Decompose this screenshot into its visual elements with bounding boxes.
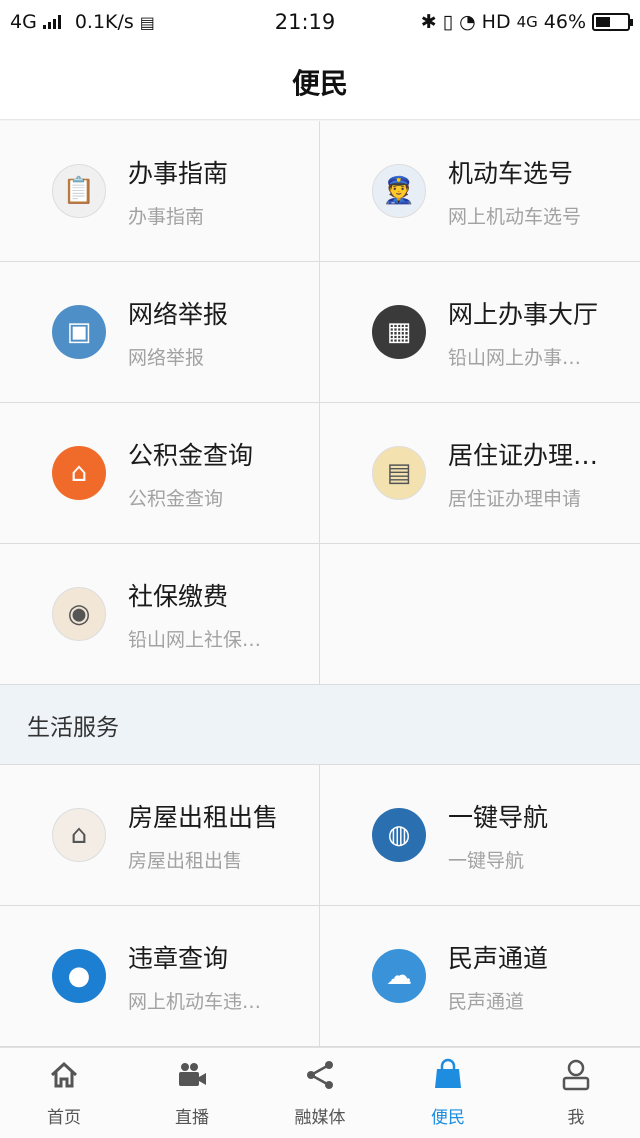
service-subtitle: 网上机动车选号 <box>448 205 582 228</box>
service-subtitle: 居住证办理申请 <box>448 487 582 510</box>
service-item[interactable]: ● 违章查询网上机动车违… <box>0 906 320 1047</box>
service-item[interactable]: 📋 办事指南 办事指南 <box>0 121 320 262</box>
page-title: 便民 <box>0 44 640 120</box>
home-icon <box>47 1058 81 1097</box>
tab-label: 首页 <box>47 1108 81 1128</box>
shopping-bag-icon <box>431 1058 465 1097</box>
tab-label: 融媒体 <box>294 1108 346 1128</box>
service-subtitle: 铅山网上社保… <box>128 628 262 651</box>
tab-video-camera[interactable]: 直播 <box>128 1048 256 1138</box>
violation-query-icon: ● <box>52 949 106 1003</box>
service-item[interactable]: ▦ 网上办事大厅铅山网上办事… <box>320 262 640 403</box>
service-title: 违章查询 <box>128 943 229 973</box>
alarm-icon: ◔ <box>459 11 476 33</box>
service-title: 房屋出租出售 <box>128 802 279 832</box>
status-bar: 4G 0.1K/s ▤ 21:19 ✱ ▯ ◔ HD 4G 46% <box>0 0 640 44</box>
section-title-life: 生活服务 <box>0 685 640 765</box>
service-item[interactable]: ☁ 民声通道 民声通道 <box>320 906 640 1047</box>
house-fund-icon: ⌂ <box>52 446 106 500</box>
bluetooth-icon: ✱ <box>420 11 437 33</box>
service-item[interactable]: ⌂ 房屋出租出售 房屋出租出售 <box>0 765 320 906</box>
house-rent-icon: ⌂ <box>52 808 106 862</box>
service-item[interactable]: ▤ 居住证办理… 居住证办理申请 <box>320 403 640 544</box>
service-subtitle: 公积金查询 <box>128 487 224 510</box>
clock: 21:19 <box>274 10 336 34</box>
user-icon <box>559 1058 593 1097</box>
police-officer-icon: 👮 <box>372 164 426 218</box>
service-title: 民声通道 <box>448 943 549 973</box>
battery-percent: 46% <box>543 11 586 33</box>
tab-share[interactable]: 融媒体 <box>256 1048 384 1138</box>
tab-shopping-bag[interactable]: 便民 <box>384 1048 512 1138</box>
video-camera-icon <box>175 1058 209 1097</box>
service-title: 网上办事大厅 <box>448 299 599 329</box>
network-speed: 0.1K/s <box>74 11 134 33</box>
service-title: 网络举报 <box>128 299 229 329</box>
life-services-grid: ⌂ 房屋出租出售 房屋出租出售 ◍ 一键导航 一键导航 ● 违章查询 网上机动车违… ☁ 民声通道民… <box>0 765 640 1047</box>
service-title: 社保缴费 <box>128 581 229 611</box>
service-title: 公积金查询 <box>128 440 254 470</box>
service-item[interactable]: ⌂ 公积金查询 公积金查询 <box>0 403 320 544</box>
signal-icon <box>42 15 61 29</box>
report-icon: ▣ <box>52 305 106 359</box>
clipboard-icon: 📋 <box>52 164 106 218</box>
service-subtitle: 办事指南 <box>128 205 205 228</box>
social-security-icon: ◉ <box>52 587 106 641</box>
network-type-2: 4G <box>516 13 538 31</box>
hd-label: HD <box>481 11 511 33</box>
service-item[interactable]: ▣ 网络举报 网络举报 <box>0 262 320 403</box>
service-title: 办事指南 <box>128 158 229 188</box>
service-subtitle: 铅山网上办事… <box>448 346 582 369</box>
network-type: 4G <box>10 11 37 33</box>
satellite-globe-icon: ◍ <box>372 808 426 862</box>
service-subtitle: 一键导航 <box>448 849 525 872</box>
empty-cell <box>320 544 640 685</box>
main-content[interactable]: 📋 办事指南 办事指南 👮 机动车选号 网上机动车选号 ▣ 网络举报 网络举报 ▦ 网上办事大厅 铅山… <box>0 121 640 1047</box>
service-subtitle: 网上机动车违… <box>128 990 262 1013</box>
tab-label: 我 <box>567 1108 585 1128</box>
service-item[interactable]: ◉ 社保缴费铅山网上社保… <box>0 544 320 685</box>
service-subtitle: 民声通道 <box>448 990 525 1013</box>
battery-icon <box>592 13 633 31</box>
tab-home[interactable]: 首页 <box>0 1048 128 1138</box>
service-item[interactable]: 👮 机动车选号网上机动车选号 <box>320 121 640 262</box>
service-title: 机动车选号 <box>448 158 574 188</box>
service-item[interactable]: ◍ 一键导航 一键导航 <box>320 765 640 906</box>
service-title: 居住证办理… <box>448 440 599 470</box>
service-title: 一键导航 <box>448 802 549 832</box>
tab-user[interactable]: 我 <box>512 1048 640 1138</box>
residence-permit-icon: ▤ <box>372 446 426 500</box>
hall-icon: ▦ <box>372 305 426 359</box>
services-grid: 📋 办事指南 办事指南 👮 机动车选号 网上机动车选号 ▣ 网络举报 网络举报 ▦ 网上办事大厅 铅山… <box>0 121 640 685</box>
vibrate-icon: ▯ <box>442 11 454 33</box>
share-icon <box>303 1058 337 1097</box>
tab-label: 便民 <box>431 1108 465 1128</box>
tab-label: 直播 <box>175 1108 209 1128</box>
service-subtitle: 房屋出租出售 <box>128 849 243 872</box>
cloud-channel-icon: ☁ <box>372 949 426 1003</box>
sim-icon: ▤ <box>139 12 155 32</box>
service-subtitle: 网络举报 <box>128 346 205 369</box>
bottom-tab-bar: 首页 直播 融媒体 便民 我 <box>0 1047 640 1138</box>
